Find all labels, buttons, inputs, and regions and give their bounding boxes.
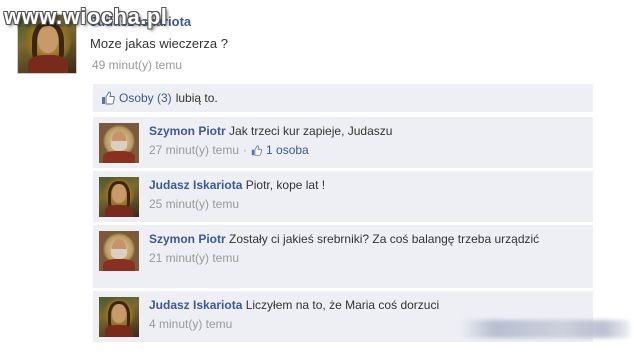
comment-item: Szymon Piotr Zostały ci jakieś srebrniki… [93, 224, 593, 288]
comment-author-name[interactable]: Szymon Piotr [149, 124, 226, 138]
comment-author-name[interactable]: Szymon Piotr [149, 232, 226, 246]
thumbs-up-icon [102, 91, 115, 105]
comment-item: Judasz Iskariota Piotr, kope lat ! 25 mi… [93, 170, 593, 222]
comment-author-avatar[interactable] [99, 177, 139, 217]
comment-text: Piotr, kope lat ! [245, 178, 326, 192]
blurred-redaction [460, 320, 630, 338]
post-timestamp[interactable]: 49 minut(y) temu [92, 58, 182, 72]
comment-timestamp[interactable]: 25 minut(y) temu [149, 196, 239, 212]
comment-timestamp[interactable]: 21 minut(y) temu [149, 250, 239, 266]
comment-author-avatar[interactable] [99, 297, 139, 337]
comment-item: Szymon Piotr Jak trzeci kur zapieje, Jud… [93, 116, 593, 168]
comment-timestamp[interactable]: 27 minut(y) temu [149, 142, 239, 158]
thumbs-up-icon [251, 144, 262, 156]
likes-count-link[interactable]: Osoby (3) [119, 91, 172, 105]
comment-text: Zostały ci jakieś srebrniki? Za coś bala… [229, 232, 540, 246]
comment-author-avatar[interactable] [99, 123, 139, 163]
comment-text: Jak trzeci kur zapieje, Judaszu [229, 124, 393, 138]
post-text: Moze jakas wieczerza ? [90, 36, 228, 51]
meta-separator: · [243, 143, 248, 157]
comment-likes-link[interactable]: 1 osoba [266, 142, 309, 158]
likes-suffix: lubią to. [175, 91, 218, 105]
likes-bar: Osoby (3) lubią to. [93, 84, 593, 112]
comment-author-name[interactable]: Judasz Iskariota [149, 178, 242, 192]
comment-author-name[interactable]: Judasz Iskariota [149, 298, 242, 312]
comment-timestamp[interactable]: 4 minut(y) temu [149, 316, 232, 332]
comment-author-avatar[interactable] [99, 231, 139, 271]
comment-text: Liczyłem na to, że Maria coś dorzuci [245, 298, 440, 312]
site-watermark: www.wiocha.pl [4, 4, 168, 29]
